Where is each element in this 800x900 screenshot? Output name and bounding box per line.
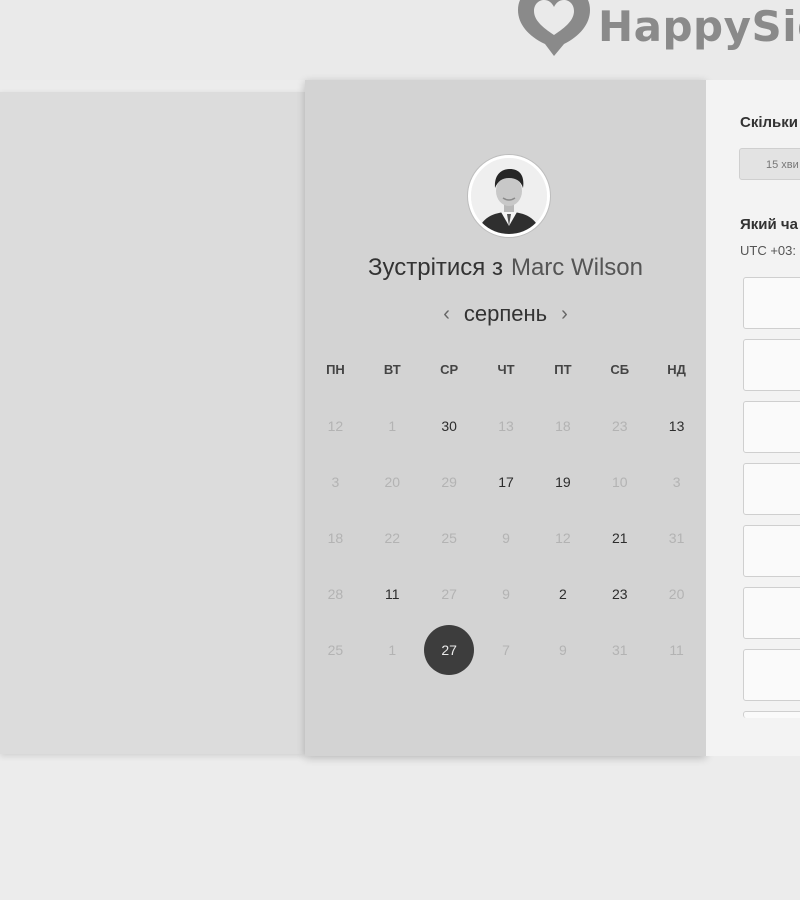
- meeting-title: Зустрітися з Marc Wilson: [305, 254, 706, 282]
- calendar-day-disabled: 25: [441, 530, 457, 546]
- avatar: [468, 155, 550, 237]
- meeting-title-prefix: Зустрітися з: [368, 254, 503, 281]
- weekday-label: СБ: [610, 362, 630, 377]
- calendar-day-available[interactable]: 21: [591, 510, 648, 566]
- month-label: серпень: [463, 301, 548, 326]
- calendar-week-row: 12 1 30 13 18 23 13: [307, 398, 705, 454]
- calendar-day-disabled: 11: [669, 642, 684, 658]
- time-slot[interactable]: [743, 401, 800, 453]
- calendar-day-disabled: 28: [327, 586, 344, 602]
- calendar-day-available[interactable]: 17: [478, 454, 535, 510]
- calendar-day-disabled: 20: [668, 586, 685, 602]
- timezone-label[interactable]: UTC +03:: [740, 243, 796, 258]
- weekday-label: ПН: [326, 362, 345, 377]
- calendar-day-available[interactable]: 19: [534, 454, 591, 510]
- time-slot[interactable]: [743, 711, 800, 718]
- calendar-day-disabled: 3: [331, 474, 340, 490]
- chevron-left-icon[interactable]: ‹: [429, 300, 464, 328]
- weekday-label: НД: [667, 362, 686, 377]
- weekday-label: СР: [440, 362, 459, 377]
- calendar-grid: 12 1 30 13 18 23 13 3 20 29 17 19 10 3 18 22 25 9 12 21 31 28…: [307, 398, 705, 678]
- time-slot[interactable]: [743, 587, 800, 639]
- calendar-day-available[interactable]: 23: [591, 566, 648, 622]
- month-navigation: ‹ серпень ›: [305, 300, 706, 328]
- calendar-day-disabled: 27: [441, 586, 457, 602]
- time-slot[interactable]: [743, 463, 800, 515]
- chevron-right-icon[interactable]: ›: [547, 300, 582, 328]
- left-panel: [0, 92, 305, 754]
- heart-speech-bubble-icon: [518, 0, 590, 56]
- calendar-day-disabled: 31: [611, 642, 628, 658]
- calendar-week-row: 28 11 27 9 2 23 20: [307, 566, 705, 622]
- calendar-day-disabled: 7: [502, 642, 510, 658]
- calendar-day-disabled: 13: [498, 418, 514, 434]
- calendar-day-disabled: 1: [388, 418, 397, 434]
- weekday-header: ПН ВТ СР ЧТ ПТ СБ НД: [307, 362, 705, 377]
- logo[interactable]: HappySig: [514, 0, 800, 66]
- calendar-day-disabled: 31: [668, 530, 685, 546]
- calendar-week-row: 3 20 29 17 19 10 3: [307, 454, 705, 510]
- calendar-day-available[interactable]: 11: [364, 566, 421, 622]
- calendar-week-row: 25 1 27 7 9 31 11: [307, 622, 705, 678]
- brand-name: HappySig: [598, 1, 800, 51]
- time-slot[interactable]: [743, 277, 800, 329]
- calendar-day-available[interactable]: 2: [534, 566, 591, 622]
- calendar-day-available[interactable]: 30: [421, 398, 478, 454]
- time-slot-list: [743, 277, 800, 718]
- calendar-day-disabled: 12: [555, 530, 571, 546]
- calendar-card: Зустрітися з Marc Wilson ‹ серпень › ПН В…: [305, 80, 706, 756]
- duration-select[interactable]: 15 хви: [739, 148, 800, 180]
- calendar-day-disabled: 23: [611, 418, 628, 434]
- calendar-day-disabled: 9: [502, 586, 510, 602]
- calendar-day-disabled: 9: [502, 530, 510, 546]
- booking-panel: Скільки 15 хви Який ча UTC +03:: [706, 80, 800, 756]
- avatar-portrait-icon: [471, 158, 547, 234]
- time-slot[interactable]: [743, 339, 800, 391]
- calendar-day-disabled: 10: [611, 474, 628, 490]
- calendar-day-disabled: 3: [672, 474, 681, 490]
- calendar-day-disabled: 25: [327, 642, 344, 658]
- calendar-day-disabled: 20: [384, 474, 401, 490]
- calendar-week-row: 18 22 25 9 12 21 31: [307, 510, 705, 566]
- calendar-day-available[interactable]: 13: [648, 398, 705, 454]
- weekday-label: ЧТ: [497, 362, 515, 377]
- host-name: Marc Wilson: [510, 254, 643, 281]
- header: HappySig: [0, 0, 800, 80]
- calendar-day-disabled: 18: [327, 530, 344, 546]
- time-slot[interactable]: [743, 649, 800, 701]
- calendar-day-disabled: 1: [388, 642, 397, 658]
- calendar-day-disabled: 22: [384, 530, 401, 546]
- calendar-day-disabled: 9: [558, 642, 567, 658]
- calendar-day-selected[interactable]: 27: [421, 622, 478, 678]
- calendar-day-disabled: 12: [327, 418, 344, 434]
- weekday-label: ПТ: [554, 362, 572, 377]
- time-question: Який ча: [740, 216, 798, 233]
- calendar-day-disabled: 18: [555, 418, 571, 434]
- time-slot[interactable]: [743, 525, 800, 577]
- duration-question: Скільки: [740, 114, 798, 131]
- selected-day-label: 27: [424, 625, 475, 675]
- calendar-day-disabled: 29: [441, 474, 457, 490]
- weekday-label: ВТ: [383, 362, 401, 377]
